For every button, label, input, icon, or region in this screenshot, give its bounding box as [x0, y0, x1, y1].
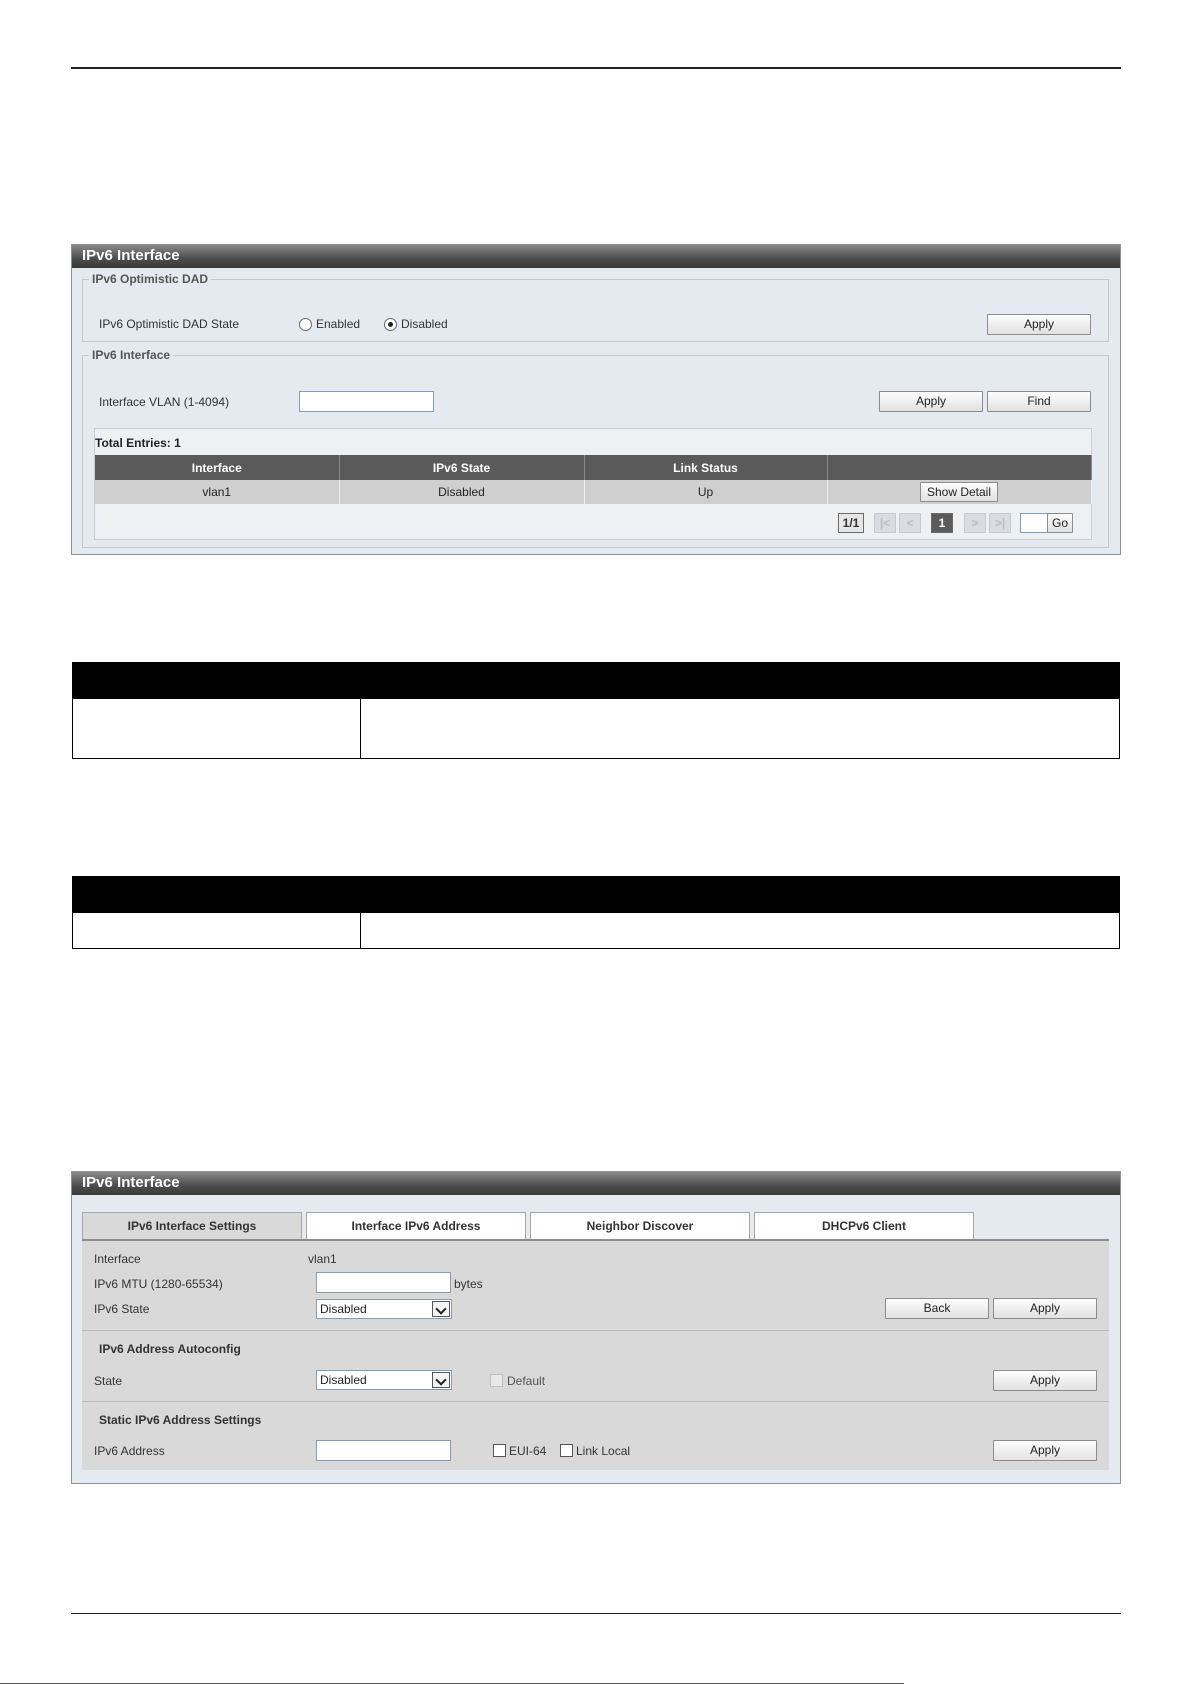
- back-button[interactable]: Back: [885, 1298, 989, 1319]
- autoconfig-state-select[interactable]: Disabled: [316, 1370, 452, 1390]
- chevron-down-icon: [432, 1301, 450, 1317]
- table-header-row: Interface IPv6 State Link Status: [95, 455, 1092, 480]
- cell-link-status: Up: [584, 480, 828, 504]
- pager-goto-input[interactable]: [1020, 513, 1048, 533]
- dad-enabled-label: Enabled: [316, 317, 361, 331]
- dad-state-label: IPv6 Optimistic DAD State: [99, 317, 240, 331]
- default-label: Default: [507, 1374, 546, 1388]
- ipv6-interface-panel: IPv6 Interface IPv6 Optimistic DAD IPv6 …: [71, 244, 1121, 555]
- show-detail-button[interactable]: Show Detail: [920, 482, 998, 502]
- doc-table-1: [72, 662, 1120, 759]
- default-checkbox[interactable]: [490, 1374, 503, 1387]
- dad-enabled-radio[interactable]: [299, 318, 312, 331]
- mtu-unit: bytes: [454, 1277, 483, 1291]
- doc-table-2-divider: [360, 913, 361, 948]
- interface-table: Interface IPv6 State Link Status vlan1 D…: [95, 455, 1092, 504]
- total-entries: Total Entries: 1: [95, 436, 181, 450]
- ipv6-state-select[interactable]: Disabled: [316, 1299, 452, 1319]
- cell-ipv6-state: Disabled: [339, 480, 585, 504]
- vlan-label: Interface VLAN (1-4094): [99, 395, 230, 409]
- tab-dhcpv6-client[interactable]: DHCPv6 Client: [754, 1212, 974, 1240]
- autoconfig-heading: IPv6 Address Autoconfig: [99, 1342, 241, 1356]
- find-button[interactable]: Find: [987, 391, 1091, 412]
- cell-action: Show Detail: [827, 480, 1092, 504]
- dad-group: IPv6 Optimistic DAD: [82, 272, 1109, 342]
- dad-disabled-label: Disabled: [401, 317, 448, 331]
- static-heading: Static IPv6 Address Settings: [99, 1413, 262, 1427]
- col-link-status: Link Status: [584, 455, 828, 480]
- settings-apply-button[interactable]: Apply: [993, 1298, 1097, 1319]
- ipv6-state-select-value: Disabled: [320, 1302, 367, 1316]
- dad-group-legend: IPv6 Optimistic DAD: [92, 272, 209, 286]
- mtu-input[interactable]: [316, 1272, 451, 1293]
- ipv6-address-input[interactable]: [316, 1440, 451, 1461]
- mtu-label: IPv6 MTU (1280-65534): [94, 1277, 223, 1291]
- pager-prev-button[interactable]: <: [899, 513, 921, 533]
- tab-body: Interface vlan1 IPv6 MTU (1280-65534) by…: [82, 1239, 1109, 1470]
- doc-table-1-divider: [360, 699, 361, 758]
- section-divider: [82, 1401, 1109, 1402]
- link-local-checkbox[interactable]: [560, 1444, 573, 1457]
- header-rule: [71, 67, 1121, 69]
- tab-neighbor-discover[interactable]: Neighbor Discover: [530, 1212, 750, 1240]
- footer-rule: [71, 1613, 1121, 1614]
- vlan-input[interactable]: [299, 391, 434, 412]
- doc-table-2-header: [73, 877, 1119, 913]
- vlan-apply-button[interactable]: Apply: [879, 391, 983, 412]
- interface-label: Interface: [94, 1252, 141, 1266]
- autoconfig-state-select-value: Disabled: [320, 1373, 367, 1387]
- autoconfig-state-label: State: [94, 1374, 123, 1388]
- tab-interface-ipv6-address[interactable]: Interface IPv6 Address: [306, 1212, 526, 1240]
- chevron-down-icon: [432, 1372, 450, 1388]
- col-ipv6-state: IPv6 State: [339, 455, 585, 480]
- dad-disabled-radio[interactable]: [384, 318, 397, 331]
- ipv6-address-label: IPv6 Address: [94, 1444, 165, 1458]
- interface-group-legend: IPv6 Interface: [92, 348, 171, 362]
- panel-title: IPv6 Interface: [72, 245, 1120, 268]
- pager-first-button[interactable]: |<: [874, 513, 896, 533]
- section-divider: [82, 1330, 1109, 1331]
- eui64-label: EUI-64: [509, 1444, 547, 1458]
- cell-interface: vlan1: [95, 480, 340, 504]
- col-action: [827, 455, 1092, 480]
- interface-value: vlan1: [308, 1252, 337, 1266]
- dad-apply-button[interactable]: Apply: [987, 314, 1091, 335]
- autoconfig-apply-button[interactable]: Apply: [993, 1370, 1097, 1391]
- link-local-label: Link Local: [576, 1444, 631, 1458]
- pager-go-button[interactable]: Go: [1047, 513, 1073, 533]
- ipv6-interface-settings-panel: IPv6 Interface IPv6 Interface Settings I…: [71, 1171, 1121, 1484]
- panel2-title: IPv6 Interface: [72, 1172, 1120, 1195]
- pager-next-button[interactable]: >: [964, 513, 986, 533]
- doc-table-1-header: [73, 663, 1119, 699]
- pager-page-1[interactable]: 1: [931, 513, 953, 533]
- table-row: vlan1 Disabled Up Show Detail: [95, 480, 1092, 504]
- entries-table-area: Total Entries: 1 Interface IPv6 State Li…: [94, 428, 1092, 540]
- tab-ipv6-interface-settings[interactable]: IPv6 Interface Settings: [82, 1212, 302, 1240]
- doc-table-2: [72, 876, 1120, 949]
- ipv6-state-label: IPv6 State: [94, 1302, 150, 1316]
- pager-info: 1/1: [838, 513, 864, 533]
- pager-last-button[interactable]: >|: [989, 513, 1011, 533]
- col-interface: Interface: [95, 455, 340, 480]
- eui64-checkbox[interactable]: [493, 1444, 506, 1457]
- static-apply-button[interactable]: Apply: [993, 1440, 1097, 1461]
